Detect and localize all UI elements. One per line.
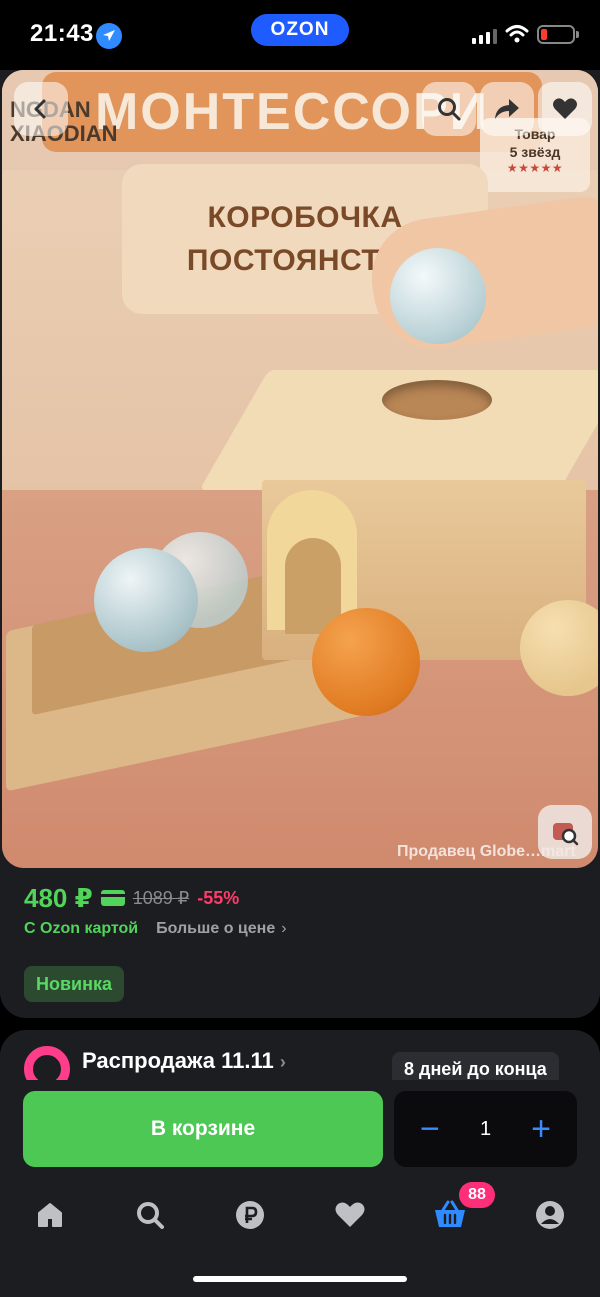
status-bar: 21:43 OZON	[0, 0, 600, 70]
sale-title: Распродажа 11.11 ›	[82, 1048, 286, 1074]
tab-finance[interactable]	[200, 1180, 300, 1250]
in-cart-button[interactable]: В корзине	[23, 1091, 383, 1167]
ball-blue-in-hand	[390, 248, 486, 344]
subtitle-line1: КОРОБОЧКА	[207, 200, 403, 234]
tab-favorites[interactable]	[300, 1180, 400, 1250]
old-price: 1089 ₽	[132, 887, 190, 908]
share-button[interactable]	[480, 82, 534, 136]
decrease-quantity-button[interactable]: −	[420, 1112, 440, 1146]
quantity-stepper: − 1 +	[394, 1091, 577, 1167]
visual-search-icon	[553, 823, 579, 846]
cart-icon	[435, 1200, 465, 1227]
ozon-card-label: С Ozon картой	[24, 920, 139, 937]
tab-profile[interactable]	[500, 1180, 600, 1250]
tab-home[interactable]	[0, 1180, 100, 1250]
increase-quantity-button[interactable]: +	[531, 1112, 551, 1146]
location-arrow-icon	[96, 23, 122, 49]
price-row: 480 ₽ 1089 ₽ -55%	[24, 880, 239, 916]
battery-icon	[537, 25, 579, 44]
heart-icon	[553, 98, 577, 119]
chevron-right-icon: ›	[281, 920, 287, 937]
heart-icon	[335, 1202, 365, 1227]
product-card: МОНТЕССОРИ NGDAN XIAODIAN Товар 5 звёзд …	[0, 70, 600, 1018]
toy-box-hole	[382, 380, 492, 420]
search-icon	[137, 1202, 164, 1229]
visual-search-button[interactable]	[538, 805, 592, 859]
chevron-right-icon: ›	[279, 1052, 286, 1072]
tab-bar	[0, 1180, 600, 1250]
price-details: С Ozon картой Больше о цене ›	[24, 920, 287, 938]
profile-icon	[536, 1201, 564, 1229]
ball-orange	[312, 608, 420, 716]
ball-blue	[94, 548, 198, 652]
signal-icon	[472, 28, 497, 44]
share-icon	[495, 99, 519, 119]
favorite-button[interactable]	[538, 82, 592, 136]
new-badge: Новинка	[24, 966, 125, 1002]
discount-badge: -55%	[197, 887, 240, 908]
ozon-card-icon	[100, 890, 125, 906]
tab-search[interactable]	[100, 1180, 200, 1250]
current-price: 480 ₽	[24, 882, 93, 913]
home-icon	[38, 1203, 62, 1227]
sale-title-text: Распродажа 11.11	[82, 1048, 274, 1073]
ruble-icon	[236, 1201, 264, 1229]
search-icon	[438, 98, 461, 121]
back-button[interactable]	[14, 82, 68, 136]
back-icon	[34, 99, 46, 119]
search-in-photo-button[interactable]	[422, 82, 476, 136]
home-indicator[interactable]	[193, 1276, 407, 1282]
ozon-logo-badge: OZON	[251, 14, 349, 46]
quantity-value: 1	[479, 1117, 492, 1140]
more-price-link[interactable]: Больше о цене	[156, 920, 275, 938]
rating-value: 5 звёзд	[509, 143, 561, 160]
cart-count-badge: 88	[459, 1182, 495, 1208]
product-photo[interactable]: МОНТЕССОРИ NGDAN XIAODIAN Товар 5 звёзд …	[2, 70, 598, 868]
rating-stars: ★★★★★	[506, 161, 564, 175]
wifi-icon	[505, 24, 529, 49]
status-time: 21:43	[30, 20, 94, 47]
